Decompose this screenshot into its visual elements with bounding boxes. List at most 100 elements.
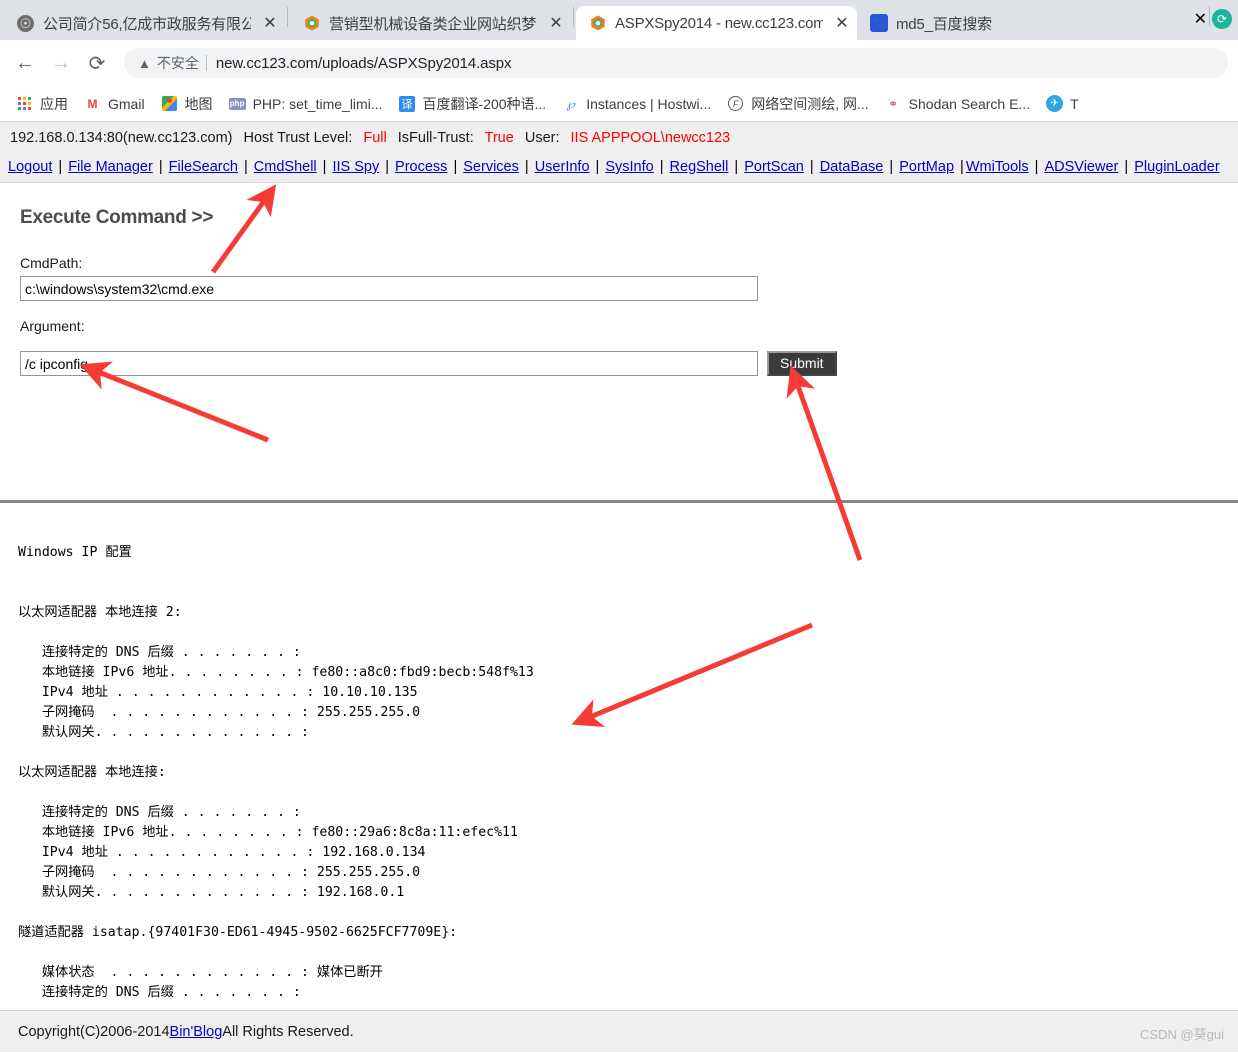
bookmark-label: 应用 (40, 95, 68, 112)
shell-menu-bar: Logout | File Manager | FileSearch | Cmd… (0, 153, 1238, 183)
page-content: 192.168.0.134:80(new.cc123.com) Host Tru… (0, 122, 1238, 1052)
hexagon-icon (302, 14, 321, 33)
bookmark-maps[interactable]: 地图 (153, 91, 221, 117)
bookmark-label: Shodan Search E... (908, 95, 1031, 112)
hexagon-icon (588, 14, 607, 33)
tab-close-icon[interactable]: ✕ (261, 14, 279, 32)
browser-window: ☉ 公司简介56,亿成市政服务有限公司 ✕ 营销型机械设备类企业网站织梦模板 ✕ (0, 0, 1238, 1054)
copyright-prefix: Copyright(C)2006-2014 (18, 1023, 170, 1040)
tab-title: md5_百度搜索 (896, 15, 992, 33)
fofa-icon: F (727, 95, 744, 112)
copyright-suffix: All Rights Reserved. (222, 1023, 354, 1040)
trust-level-label: Host Trust Level: (243, 130, 353, 146)
bookmark-label: 百度翻译-200种语... (422, 95, 547, 112)
tab-title: 公司简介56,亿成市政服务有限公司 (43, 15, 251, 33)
user-value: IIS APPPOOL\newcc123 (570, 130, 731, 146)
bookmark-fofa[interactable]: F 网络空间测绘, 网... (719, 91, 876, 117)
fanyi-icon: 译 (399, 95, 416, 112)
browser-tab-2[interactable]: 营销型机械设备类企业网站织梦模板 ✕ (290, 6, 571, 40)
execute-command-panel: Execute Command >> CmdPath: Argument: Su… (0, 207, 1238, 376)
menu-item-adsviewer[interactable]: ADSViewer (1044, 159, 1118, 175)
isfull-trust-value: True (484, 130, 514, 146)
user-label: User: (524, 130, 560, 146)
menu-item-sysinfo[interactable]: SysInfo (605, 159, 653, 175)
menu-item-services[interactable]: Services (463, 159, 519, 175)
address-bar[interactable]: ▲ 不安全 new.cc123.com/uploads/ASPXSpy2014.… (124, 48, 1228, 78)
argument-input[interactable] (20, 351, 758, 376)
tab-close-icon[interactable]: ✕ (1194, 9, 1207, 29)
globe-icon: ☉ (16, 14, 35, 33)
tab-title: ASPXSpy2014 - new.cc123.com (615, 14, 823, 32)
back-icon[interactable]: ← (10, 48, 40, 78)
warning-triangle-icon: ▲ (138, 55, 151, 71)
bookmark-label: Gmail (108, 95, 145, 112)
tab-title: 营销型机械设备类企业网站织梦模板 (329, 15, 537, 33)
menu-item-cmdshell[interactable]: CmdShell (254, 159, 317, 175)
menu-item-logout[interactable]: Logout (8, 159, 52, 175)
menu-item-file-manager[interactable]: File Manager (68, 159, 153, 175)
bookmarks-bar: 应用 M Gmail 地图 php PHP: set_time_limi... … (0, 86, 1238, 122)
trust-level-value: Full (363, 130, 387, 146)
submit-button[interactable]: Submit (767, 351, 837, 376)
panel-title: Execute Command >> (20, 207, 214, 228)
tab-strip-right: ✕ ⟳ (1194, 6, 1238, 40)
menu-item-database[interactable]: DataBase (820, 159, 884, 175)
shodan-icon: ⚭ (888, 96, 899, 111)
php-icon: php (228, 97, 246, 110)
bookmark-php[interactable]: php PHP: set_time_limi... (221, 92, 391, 115)
menu-item-process[interactable]: Process (395, 159, 447, 175)
apps-grid-icon (16, 95, 33, 112)
forward-icon[interactable]: → (46, 48, 76, 78)
menu-item-filesearch[interactable]: FileSearch (169, 159, 238, 175)
browser-toolbar: ← → ⟳ ▲ 不安全 new.cc123.com/uploads/ASPXSp… (0, 40, 1238, 86)
bookmark-label: 地图 (184, 95, 213, 112)
reload-icon[interactable]: ⟳ (82, 48, 112, 78)
tab-close-icon[interactable]: ✕ (833, 14, 851, 32)
address-bar-url: new.cc123.com/uploads/ASPXSpy2014.aspx (215, 54, 512, 72)
bookmark-apps[interactable]: 应用 (8, 91, 76, 117)
tab-separator (1209, 6, 1210, 26)
tab-close-icon[interactable]: ✕ (547, 14, 565, 32)
omnibox-divider (205, 55, 207, 71)
gmail-icon: M (87, 96, 98, 111)
baidu-paw-icon: 🐾 (869, 14, 888, 32)
cmdpath-label: CmdPath: (20, 255, 83, 271)
teal-extension-icon[interactable]: ⟳ (1212, 9, 1232, 29)
menu-item-pluginloader[interactable]: PluginLoader (1134, 159, 1219, 175)
security-status-label: 不安全 (156, 55, 199, 71)
argument-label: Argument: (20, 318, 85, 334)
host-address: 192.168.0.134:80(new.cc123.com) (10, 130, 233, 146)
bookmark-instances[interactable]: ℘ Instances | Hostwi... (554, 92, 719, 115)
command-output: Windows IP 配置 以太网适配器 本地连接 2: 连接特定的 DNS 后… (18, 545, 534, 1040)
menu-item-iis-spy[interactable]: IIS Spy (332, 159, 379, 175)
tab-separator (287, 7, 288, 27)
bookmark-shodan[interactable]: ⚭ Shodan Search E... (877, 92, 1038, 115)
tab-strip: ☉ 公司简介56,亿成市政服务有限公司 ✕ 营销型机械设备类企业网站织梦模板 ✕ (0, 0, 1238, 40)
telegram-icon: ✈ (1046, 95, 1064, 112)
bookmark-label: 网络空间测绘, 网... (751, 95, 869, 112)
maps-icon (161, 95, 178, 112)
binblog-link[interactable]: Bin'Blog (170, 1024, 223, 1040)
bookmark-label: Instances | Hostwi... (586, 95, 712, 112)
bookmark-label: PHP: set_time_limi... (252, 95, 383, 112)
tab-separator (573, 7, 574, 27)
cmdpath-input[interactable] (20, 276, 758, 301)
browser-tab-3-active[interactable]: ASPXSpy2014 - new.cc123.com ✕ (576, 6, 857, 40)
bookmark-label: T (1070, 95, 1079, 112)
menu-item-userinfo[interactable]: UserInfo (535, 159, 590, 175)
bookmark-fanyi[interactable]: 译 百度翻译-200种语... (391, 91, 555, 117)
bookmark-telegram[interactable]: ✈ T (1038, 92, 1087, 115)
browser-tab-1[interactable]: ☉ 公司简介56,亿成市政服务有限公司 ✕ (4, 6, 285, 40)
menu-item-wmitools[interactable]: WmiTools (966, 159, 1029, 175)
browser-tab-4[interactable]: 🐾 md5_百度搜索 (857, 6, 998, 40)
menu-item-portmap[interactable]: PortMap (899, 159, 954, 175)
page-footer: Copyright(C)2006-2014 Bin'Blog All Right… (0, 1010, 1238, 1052)
bookmark-gmail[interactable]: M Gmail (76, 92, 153, 115)
menu-item-regshell[interactable]: RegShell (670, 159, 729, 175)
csdn-watermark: CSDN @葵gui (1140, 1027, 1224, 1042)
menu-item-portscan[interactable]: PortScan (744, 159, 804, 175)
isfull-trust-label: IsFull-Trust: (397, 130, 474, 146)
host-status-bar: 192.168.0.134:80(new.cc123.com) Host Tru… (0, 122, 1238, 153)
horizontal-divider (0, 500, 1238, 503)
argument-row: Submit (20, 351, 1218, 376)
